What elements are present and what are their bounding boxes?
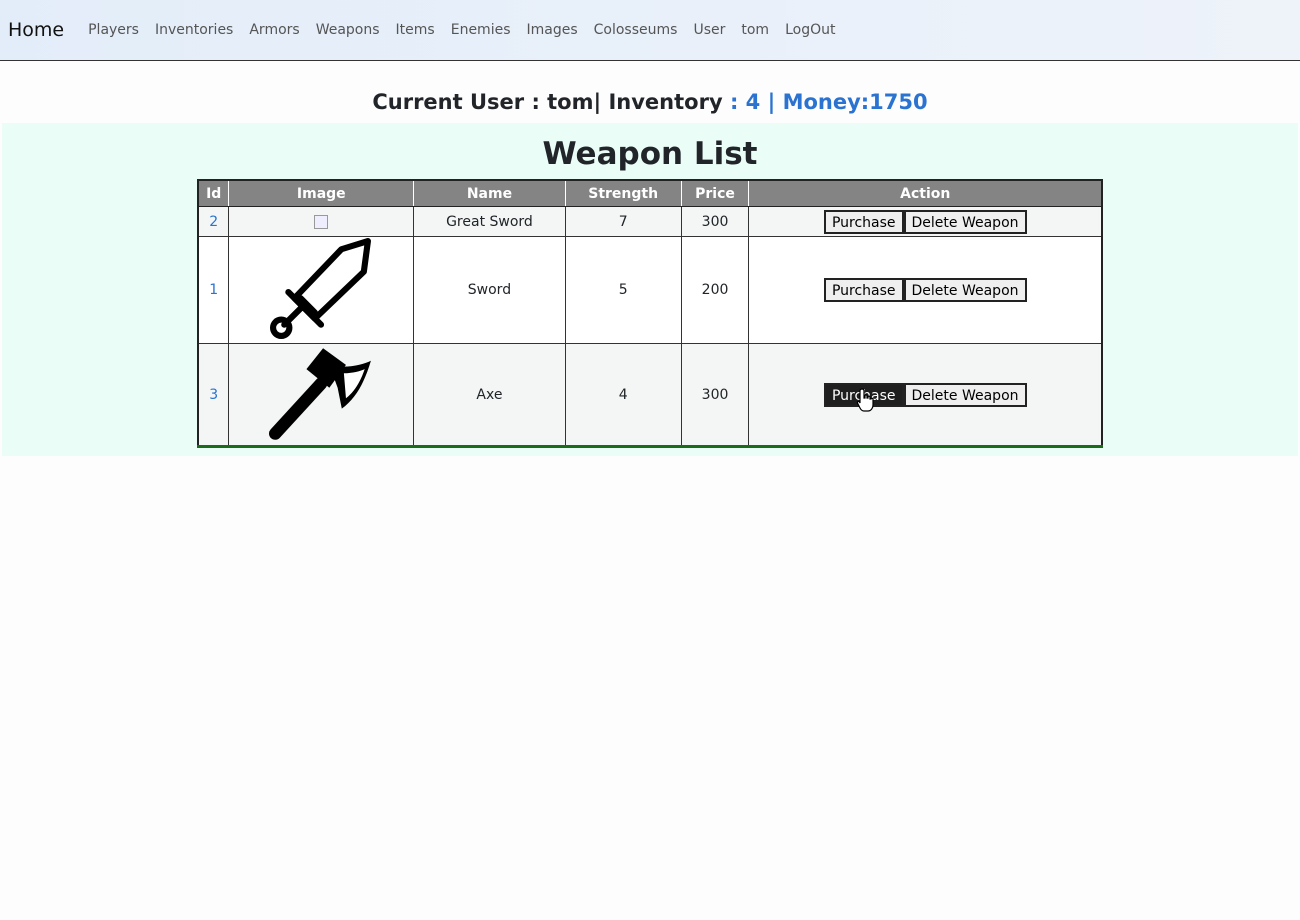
delete-weapon-button[interactable]: Delete Weapon [903, 278, 1027, 302]
status-user-inventory-text: Current User : tom| Inventory [372, 90, 723, 114]
home-link[interactable]: Home [8, 20, 64, 40]
weapon-name: Axe [413, 343, 566, 447]
purchase-button[interactable]: Purchase [823, 209, 904, 234]
action-cell: Purchase Delete Weapon [748, 236, 1103, 344]
column-header-id: Id [197, 179, 230, 207]
nav-link-players[interactable]: Players [88, 22, 139, 38]
weapon-strength: 5 [564, 236, 682, 344]
weapon-strength: 7 [564, 206, 682, 237]
broken-image-icon [314, 214, 329, 229]
nav-link-armors[interactable]: Armors [249, 22, 299, 38]
table-row: 1 Sword 5 200 Purchase Delete Weapon [197, 236, 1103, 344]
top-navbar: Home Players Inventories Armors Weapons … [0, 0, 1300, 61]
weapon-name: Sword [413, 236, 566, 344]
nav-link-weapons[interactable]: Weapons [316, 22, 380, 38]
purchase-button[interactable]: Purchase [823, 382, 904, 407]
table-row: 3 Axe 4 300 Purchase Delete Weapon [197, 343, 1103, 447]
sword-icon [270, 238, 372, 339]
column-header-action: Action [748, 179, 1103, 207]
nav-link-items[interactable]: Items [396, 22, 435, 38]
column-header-strength: Strength [564, 179, 682, 207]
nav-link-user[interactable]: User [693, 22, 725, 38]
purchase-button[interactable]: Purchase [823, 278, 904, 302]
weapon-price: 300 [680, 206, 750, 237]
page-title: Weapon List [542, 136, 758, 172]
nav-link-inventories[interactable]: Inventories [155, 22, 233, 38]
action-cell: Purchase Delete Weapon [748, 206, 1103, 237]
table-header-row: Id Image Name Strength Price Action [197, 179, 1103, 207]
weapon-price: 200 [680, 236, 750, 344]
weapon-name: Great Sword [413, 206, 566, 237]
weapon-list-panel: Weapon List Id Image Name Strength Price… [2, 123, 1298, 456]
weapon-strength: 4 [564, 343, 682, 447]
weapon-id-link[interactable]: 3 [209, 387, 218, 403]
nav-link-username[interactable]: tom [741, 22, 769, 38]
nav-link-logout[interactable]: LogOut [785, 22, 835, 38]
delete-weapon-button[interactable]: Delete Weapon [903, 382, 1027, 407]
axe-icon [269, 347, 372, 440]
nav-link-colosseums[interactable]: Colosseums [594, 22, 678, 38]
table-row: 2 Great Sword 7 300 Purchase Delete Weapo… [197, 206, 1103, 237]
status-money-text: : 4 | Money:1750 [722, 90, 928, 114]
column-header-name: Name [413, 179, 566, 207]
weapon-table: Id Image Name Strength Price Action 2 Gr… [197, 179, 1103, 448]
action-cell: Purchase Delete Weapon [748, 343, 1103, 447]
column-header-image: Image [228, 179, 415, 207]
nav-link-images[interactable]: Images [527, 22, 578, 38]
weapon-id-link[interactable]: 1 [209, 282, 218, 298]
nav-link-enemies[interactable]: Enemies [451, 22, 511, 38]
current-user-status: Current User : tom| Inventory : 4 | Mone… [0, 88, 1300, 116]
delete-weapon-button[interactable]: Delete Weapon [903, 209, 1027, 234]
weapon-id-link[interactable]: 2 [209, 214, 218, 230]
weapon-price: 300 [680, 343, 750, 447]
column-header-price: Price [680, 179, 750, 207]
